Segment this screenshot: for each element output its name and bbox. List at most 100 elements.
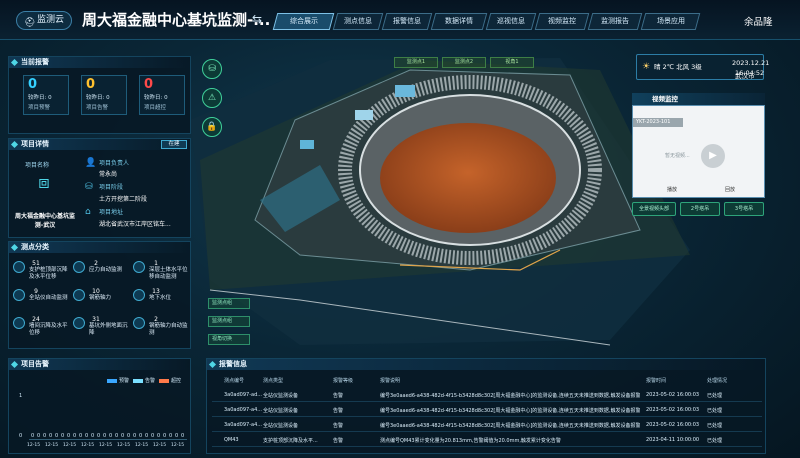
x-tick: 12-15 bbox=[135, 443, 149, 448]
trend-value: 0 bbox=[169, 433, 173, 439]
category-label: 基坑外侧地面沉降 bbox=[89, 323, 128, 336]
table-cell: 测点编号QM43累计变化量为20.813mm,告警阈值为20.0mm,触发累计变… bbox=[380, 438, 561, 444]
category-label: 深层土体水平位移自动监测 bbox=[149, 267, 188, 280]
alarm-sub: 较昨日: 0 bbox=[144, 95, 168, 101]
alarm-label: 项目超控 bbox=[144, 105, 167, 111]
scene-top-button-3[interactable]: 视角1 bbox=[490, 57, 534, 68]
table-cell: 支护桩顶部沉降及水平... bbox=[263, 438, 318, 444]
x-tick: 12-15 bbox=[81, 443, 95, 448]
tab-points[interactable]: 测点信息 bbox=[332, 13, 384, 30]
y-tick: 1 bbox=[19, 393, 23, 399]
trend-value: 0 bbox=[127, 433, 131, 439]
layers-icon[interactable]: ⛁ bbox=[202, 59, 222, 79]
scene-left-button-3[interactable]: 视角切换 bbox=[208, 334, 250, 345]
x-axis bbox=[29, 439, 187, 440]
camera-gate-2[interactable]: 2号塔吊 bbox=[680, 202, 720, 216]
trend-value: 0 bbox=[55, 433, 59, 439]
tab-alarms[interactable]: 报警信息 bbox=[381, 13, 433, 30]
scene-left-button-2[interactable]: 监测点组 bbox=[208, 316, 250, 327]
table-row[interactable]: QM43 支护桩顶部沉降及水平... 告警 测点编号QM43累计变化量为20.813m… bbox=[212, 434, 762, 447]
alarm-card-alert[interactable]: 0 较昨日: 0 项目告警 bbox=[81, 75, 127, 115]
tab-label: 场景应用 bbox=[656, 17, 685, 25]
table-cell: 3a0ad097-a4... bbox=[224, 407, 262, 413]
category-label: 钢筋轴力 bbox=[89, 295, 112, 301]
x-tick: 12-15 bbox=[117, 443, 131, 448]
trend-value: 0 bbox=[49, 433, 53, 439]
alarm-card-control[interactable]: 0 较昨日: 0 项目超控 bbox=[139, 75, 185, 115]
table-cell: 已处理 bbox=[707, 423, 723, 429]
scene-top-button-1[interactable]: 监测点1 bbox=[394, 57, 438, 68]
table-row[interactable]: 3a0ad097-ad... 全站仪监测设备 告警 编号3e0aaed6-a438-4… bbox=[212, 389, 762, 402]
category-count: 2 bbox=[94, 260, 98, 267]
table-cell: 2023-05-02 16:00:03 bbox=[646, 407, 700, 413]
legend-swatch bbox=[133, 379, 143, 383]
tab-scenes[interactable]: 场景应用 bbox=[640, 13, 701, 30]
table-cell: 已处理 bbox=[707, 393, 723, 399]
table-cell: 全站仪监测设备 bbox=[263, 423, 299, 429]
camera-id: YKT-2023-101 bbox=[633, 118, 683, 127]
column-header: 报警说明 bbox=[380, 378, 401, 384]
address-label: 项目地址 bbox=[99, 209, 124, 216]
scene-left-button-1[interactable]: 监测点组 bbox=[208, 298, 250, 309]
point-category-panel: 测点分类 51 支护桩顶部沉降及水平位移 2 应力自动监测 1 深层土体水平位移自动监测 9… bbox=[8, 241, 191, 349]
video-player[interactable]: YKT-2023-101 ▶ 暂无视频... 播放 回放 bbox=[632, 105, 765, 198]
table-cell: 已处理 bbox=[707, 408, 723, 414]
tab-reports[interactable]: 监测报告 bbox=[587, 13, 643, 30]
logo-button[interactable]: ⛑ 监测云 bbox=[16, 11, 72, 30]
table-row[interactable]: 3a0ad097-a4... 全站仪监测设备 告警 编号3e0aaed6-a438-4… bbox=[212, 419, 762, 432]
table-cell: QM43 bbox=[224, 437, 239, 443]
stage-label: 项目阶段 bbox=[99, 184, 124, 191]
panel-title: 当前报警 bbox=[9, 57, 190, 68]
column-header: 报警等级 bbox=[333, 378, 354, 384]
tab-label: 数据详情 bbox=[445, 17, 473, 25]
table-cell: 全站仪监测设备 bbox=[263, 393, 299, 399]
location-icon: ⌂ bbox=[85, 207, 91, 217]
legend-swatch bbox=[107, 379, 117, 383]
playback-button[interactable]: 回放 bbox=[725, 186, 735, 193]
panel-title: 报警信息 bbox=[207, 359, 765, 370]
tab-data[interactable]: 数据详情 bbox=[430, 13, 488, 30]
trend-value: 0 bbox=[97, 433, 101, 439]
trend-value: 0 bbox=[181, 433, 185, 439]
camera-gate-1[interactable]: 全景视频头部 bbox=[632, 202, 676, 216]
trend-value: 0 bbox=[37, 433, 41, 439]
alarm-card-warning[interactable]: 0 较昨日: 0 项目预警 bbox=[23, 75, 69, 115]
play-button[interactable]: 播放 bbox=[667, 186, 677, 193]
alarm-label: 项目告警 bbox=[86, 105, 109, 111]
alarm-value: 0 bbox=[28, 77, 38, 92]
lock-icon[interactable]: 🔒 bbox=[202, 117, 222, 137]
top-bar: ⛑ 监测云 周大福金融中心基坑监测-... ⇆ 综合展示 测点信息 报警信息 数… bbox=[0, 0, 800, 40]
category-label: 钢筋轴力自动监测 bbox=[149, 323, 188, 336]
clock-time: 16:04:52 bbox=[735, 69, 765, 77]
user-name[interactable]: 余品隆 bbox=[744, 14, 773, 28]
trend-value: 0 bbox=[61, 433, 65, 439]
column-header: 报警时间 bbox=[646, 378, 667, 384]
category-count: 31 bbox=[92, 316, 100, 323]
trend-value: 0 bbox=[67, 433, 71, 439]
scene-top-button-2[interactable]: 监测点2 bbox=[442, 57, 486, 68]
owner-value: 常永尚 bbox=[99, 171, 118, 178]
legend-label: 超控 bbox=[171, 378, 182, 384]
tab-overview[interactable]: 综合展示 bbox=[272, 13, 335, 30]
play-icon[interactable]: ▶ bbox=[701, 144, 725, 168]
alarm-value: 0 bbox=[86, 77, 96, 92]
camera-gate-3[interactable]: 3号塔吊 bbox=[724, 202, 764, 216]
warning-icon[interactable]: ⚠ bbox=[202, 88, 222, 108]
building-icon: ⧈ bbox=[38, 172, 50, 193]
table-row[interactable]: 3a0ad097-a4... 全站仪监测设备 告警 编号3e0aaed6-a438-4… bbox=[212, 404, 762, 417]
stage-icon: ⛁ bbox=[85, 182, 93, 192]
tab-patrol[interactable]: 巡视信息 bbox=[485, 13, 537, 30]
trend-value: 0 bbox=[121, 433, 125, 439]
table-cell: 告警 bbox=[333, 408, 344, 414]
trend-value: 0 bbox=[151, 433, 155, 439]
status-badge: 在建 bbox=[161, 140, 187, 149]
switch-project-icon[interactable]: ⇆ bbox=[252, 12, 262, 26]
trend-value: 0 bbox=[85, 433, 89, 439]
trend-value: 0 bbox=[157, 433, 161, 439]
category-label: 支护桩顶部沉降及水平位移 bbox=[29, 267, 68, 280]
stage-value: 土方开挖第二阶段 bbox=[99, 196, 148, 203]
trend-value: 0 bbox=[115, 433, 119, 439]
table-cell: 编号3e0aaed6-a438-482d-4f15-b3428d8c302[周大… bbox=[380, 393, 640, 399]
tab-video[interactable]: 视频监控 bbox=[534, 13, 590, 30]
tab-label: 视频监控 bbox=[548, 17, 576, 25]
